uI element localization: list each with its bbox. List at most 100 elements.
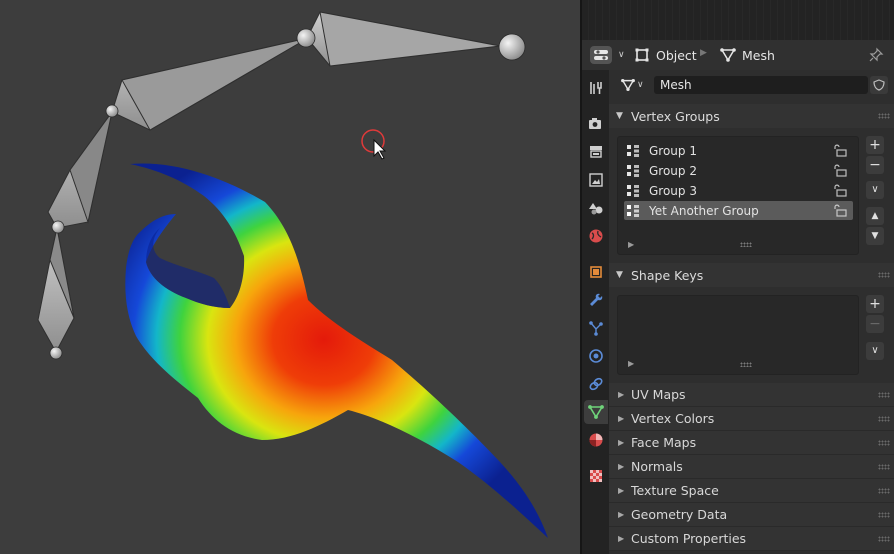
collapsed-right-arrow-icon: ▶ (618, 414, 625, 423)
triangle-up-icon: ▲ (871, 210, 879, 221)
move-down-button[interactable]: ▼ (866, 227, 884, 245)
collapsed-right-arrow-icon: ▶ (618, 462, 625, 471)
chevron-down-icon: ∨ (871, 345, 879, 356)
expand-down-arrow-icon: ▼ (616, 111, 623, 121)
tab-texture[interactable] (584, 464, 608, 488)
constraints-icon (589, 377, 603, 391)
vertex-group-specials-button[interactable]: ∨ (866, 181, 884, 199)
list-filter-toggle-icon[interactable]: ▶ (628, 240, 634, 249)
properties-editor: ∨ Object ▶ Mesh ∨ Mesh ▼ Vertex Groups G… (582, 0, 894, 554)
breadcrumb-mesh[interactable]: Mesh (720, 44, 775, 66)
vertex-groups-panel-header[interactable]: ▼ Vertex Groups (609, 104, 894, 128)
texture-icon (590, 470, 602, 482)
panel-drag-grip[interactable] (878, 512, 890, 518)
properties-top-area (582, 0, 894, 40)
vertex-groups-list: Group 1 Group 2 Group 3 Yet Another Grou… (617, 136, 859, 255)
panel-title: Geometry Data (631, 507, 728, 522)
panel-drag-grip[interactable] (878, 272, 890, 278)
list-filter-toggle-icon[interactable]: ▶ (628, 359, 634, 368)
list-resize-grip[interactable] (740, 362, 752, 367)
collapsed-right-arrow-icon: ▶ (618, 510, 625, 519)
pin-icon[interactable] (868, 47, 884, 63)
custom-properties-panel-header[interactable]: ▶ Custom Properties (609, 527, 894, 551)
remove-shape-key-button[interactable]: − (866, 315, 884, 333)
unlock-icon[interactable] (833, 184, 847, 197)
panel-drag-grip[interactable] (878, 416, 890, 422)
move-up-button[interactable]: ▲ (866, 207, 884, 225)
material-icon (589, 433, 603, 447)
properties-content: ∨ Mesh ▼ Vertex Groups Group 1 Group 2 G… (609, 70, 894, 554)
tab-object[interactable] (584, 260, 608, 284)
vertex-colors-panel-header[interactable]: ▶ Vertex Colors (609, 407, 894, 431)
physics-icon (589, 349, 603, 363)
geometry-data-panel-header[interactable]: ▶ Geometry Data (609, 503, 894, 527)
tab-tool[interactable] (584, 76, 608, 100)
vertex-group-icon (627, 204, 639, 217)
mesh-browse-button[interactable]: ∨ (621, 76, 655, 94)
vertex-group-item[interactable]: Group 1 (624, 141, 853, 160)
normals-panel-header[interactable]: ▶ Normals (609, 455, 894, 479)
breadcrumb-separator-icon: ▶ (700, 48, 707, 58)
editor-type-button[interactable]: ∨ (590, 44, 625, 66)
panel-drag-grip[interactable] (878, 392, 890, 398)
add-shape-key-button[interactable]: + (866, 295, 884, 313)
unlock-icon[interactable] (833, 204, 847, 217)
tab-output[interactable] (584, 140, 608, 164)
mesh-triangle-icon (720, 48, 736, 62)
panel-drag-grip[interactable] (878, 488, 890, 494)
vertex-group-item[interactable]: Group 2 (624, 161, 853, 180)
vertex-group-icon (627, 144, 639, 157)
mesh-name-field[interactable]: Mesh (654, 76, 868, 94)
remove-vertex-group-button[interactable]: − (866, 156, 884, 174)
output-icon (590, 146, 602, 158)
tab-particles[interactable] (584, 316, 608, 340)
shape-keys-panel-header[interactable]: ▼ Shape Keys (609, 263, 894, 287)
panel-drag-grip[interactable] (878, 113, 890, 119)
tab-modifiers[interactable] (584, 288, 608, 312)
panel-drag-grip[interactable] (878, 440, 890, 446)
panel-drag-grip[interactable] (878, 464, 890, 470)
breadcrumb-mesh-label: Mesh (742, 47, 775, 63)
list-resize-grip[interactable] (740, 242, 752, 247)
viewport-scene (37, 11, 548, 538)
mesh-data-icon (588, 405, 604, 419)
breadcrumb-object[interactable]: Object (634, 44, 697, 66)
panel-title: Custom Properties (631, 531, 747, 546)
vertex-group-item[interactable]: Group 3 (624, 181, 853, 200)
shape-key-specials-button[interactable]: ∨ (866, 342, 884, 360)
shield-icon (873, 79, 885, 91)
triangle-down-icon: ▼ (871, 230, 879, 241)
fake-user-button[interactable] (870, 76, 888, 94)
vertex-group-icon (627, 164, 639, 177)
uv-maps-panel-header[interactable]: ▶ UV Maps (609, 383, 894, 407)
vertex-group-label: Group 1 (649, 143, 697, 158)
tab-render[interactable] (584, 112, 608, 136)
mesh-datablock-row: ∨ Mesh (613, 74, 891, 96)
tab-mesh-data[interactable] (584, 400, 608, 424)
tab-scene[interactable] (584, 196, 608, 220)
texture-space-panel-header[interactable]: ▶ Texture Space (609, 479, 894, 503)
tab-physics[interactable] (584, 344, 608, 368)
add-vertex-group-button[interactable]: + (866, 136, 884, 154)
panel-drag-grip[interactable] (878, 536, 890, 542)
collapsed-right-arrow-icon: ▶ (618, 390, 625, 399)
tab-constraints[interactable] (584, 372, 608, 396)
panel-title: UV Maps (631, 387, 686, 402)
vertex-group-icon (627, 184, 639, 197)
tab-world[interactable] (584, 224, 608, 248)
vertex-group-label: Yet Another Group (649, 203, 759, 218)
properties-header: ∨ Object ▶ Mesh (582, 40, 894, 71)
vertex-group-item-selected[interactable]: Yet Another Group (624, 201, 853, 220)
world-icon (589, 229, 603, 243)
vertex-group-label: Group 2 (649, 163, 697, 178)
tab-material[interactable] (584, 428, 608, 452)
unlock-icon[interactable] (833, 144, 847, 157)
chevron-down-icon: ∨ (871, 184, 879, 195)
tool-icon (590, 82, 602, 94)
face-maps-panel-header[interactable]: ▶ Face Maps (609, 431, 894, 455)
unlock-icon[interactable] (833, 164, 847, 177)
scene-icon (589, 203, 603, 215)
panel-title: Texture Space (631, 483, 719, 498)
3d-viewport[interactable] (0, 0, 580, 554)
tab-view-layer[interactable] (584, 168, 608, 192)
